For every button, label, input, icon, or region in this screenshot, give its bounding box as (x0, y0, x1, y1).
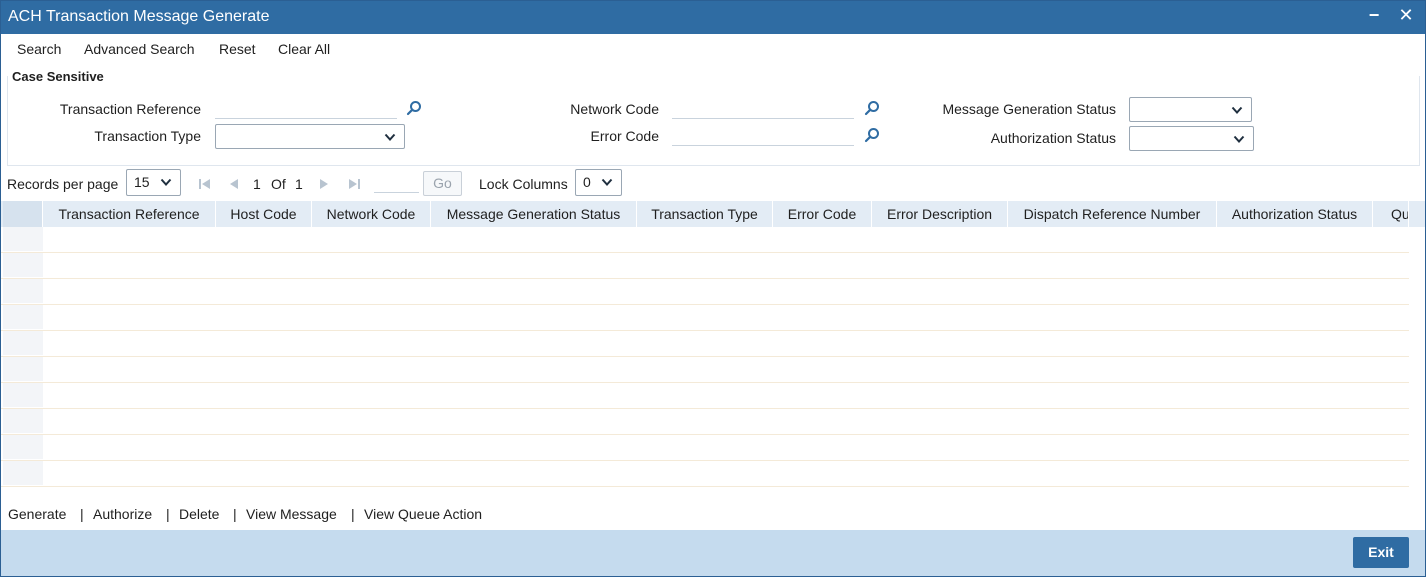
column-header[interactable]: Message Generation Status (431, 201, 637, 227)
generate-button[interactable]: Generate (8, 506, 66, 522)
error-code-lookup-icon[interactable] (864, 127, 880, 143)
error-code-label: Error Code (590, 128, 659, 144)
exit-button[interactable]: Exit (1353, 537, 1409, 568)
authorization-status-select[interactable] (1129, 126, 1254, 151)
clear-all-button[interactable]: Clear All (278, 41, 330, 57)
lock-columns-select[interactable]: 0 (575, 169, 622, 196)
message-generation-status-select[interactable] (1129, 97, 1252, 122)
column-header[interactable]: Authorization Status (1217, 201, 1373, 227)
delete-button[interactable]: Delete (179, 506, 219, 522)
lock-columns-label: Lock Columns (479, 176, 568, 192)
separator: | (80, 506, 84, 522)
row-selector[interactable] (3, 461, 43, 486)
pagination-bar: Records per page 15 1 Of 1 Go Lock Colum… (1, 169, 1425, 199)
previous-page-icon[interactable] (227, 177, 241, 191)
row-selector[interactable] (3, 435, 43, 460)
table-row (1, 279, 1409, 305)
separator: | (166, 506, 170, 522)
transaction-reference-label: Transaction Reference (59, 101, 201, 117)
column-header[interactable]: Network Code (312, 201, 431, 227)
action-bar: Generate | Authorize | Delete | View Mes… (1, 497, 1425, 530)
authorize-button[interactable]: Authorize (93, 506, 152, 522)
network-code-input[interactable] (672, 99, 854, 119)
table-row (1, 357, 1409, 383)
go-button[interactable]: Go (423, 171, 462, 196)
row-selector[interactable] (3, 383, 43, 408)
advanced-search-button[interactable]: Advanced Search (84, 41, 195, 57)
next-page-icon[interactable] (317, 177, 331, 191)
chevron-down-icon (384, 133, 396, 141)
row-selector[interactable] (3, 409, 43, 434)
records-per-page-select[interactable]: 15 (126, 169, 181, 196)
records-per-page-value: 15 (134, 174, 150, 190)
row-selector[interactable] (3, 305, 43, 330)
results-grid: Transaction Reference Host Code Network … (1, 201, 1425, 495)
column-header[interactable]: Transaction Reference (43, 201, 216, 227)
chevron-down-icon (160, 178, 172, 186)
row-selector[interactable] (3, 279, 43, 304)
table-row (1, 461, 1409, 487)
grid-header: Transaction Reference Host Code Network … (1, 201, 1425, 227)
search-button[interactable]: Search (17, 41, 61, 57)
chevron-down-icon (1231, 106, 1243, 114)
error-code-input[interactable] (672, 126, 854, 146)
view-queue-action-button[interactable]: View Queue Action (364, 506, 482, 522)
table-row (1, 253, 1409, 279)
chevron-down-icon (601, 178, 613, 186)
select-all-header[interactable] (3, 201, 43, 227)
column-header[interactable]: Transaction Type (637, 201, 773, 227)
close-icon[interactable]: ✕ (1395, 5, 1417, 29)
column-header[interactable]: Error Description (872, 201, 1008, 227)
reset-button[interactable]: Reset (219, 41, 256, 57)
footer-bar: Exit (1, 530, 1425, 576)
case-sensitive-title: Case Sensitive (12, 69, 108, 84)
first-page-icon[interactable] (198, 177, 212, 191)
window-title: ACH Transaction Message Generate (8, 8, 270, 25)
authorization-status-label: Authorization Status (990, 130, 1116, 146)
row-selector[interactable] (3, 253, 43, 278)
minimize-icon[interactable]: − (1363, 5, 1385, 29)
app-window: ACH Transaction Message Generate − ✕ Sea… (0, 0, 1426, 577)
transaction-type-label: Transaction Type (94, 128, 201, 144)
column-header[interactable]: Dispatch Reference Number (1008, 201, 1217, 227)
title-bar: ACH Transaction Message Generate − ✕ (1, 1, 1425, 34)
column-header[interactable]: Qu (1373, 201, 1409, 227)
table-row (1, 435, 1409, 461)
of-label: Of (271, 176, 286, 192)
goto-page-input[interactable] (374, 173, 419, 193)
table-row (1, 331, 1409, 357)
last-page-icon[interactable] (347, 177, 361, 191)
total-pages: 1 (295, 176, 303, 192)
table-row (1, 409, 1409, 435)
row-selector[interactable] (3, 331, 43, 356)
column-header[interactable]: Error Code (773, 201, 872, 227)
records-per-page-label: Records per page (7, 176, 119, 192)
row-selector[interactable] (3, 227, 43, 252)
table-row (1, 305, 1409, 331)
separator: | (233, 506, 237, 522)
message-generation-status-label: Message Generation Status (942, 101, 1116, 117)
network-code-label: Network Code (570, 101, 659, 117)
current-page: 1 (253, 176, 261, 192)
column-header[interactable]: Host Code (216, 201, 312, 227)
chevron-down-icon (1233, 135, 1245, 143)
table-row (1, 383, 1409, 409)
separator: | (351, 506, 355, 522)
view-message-button[interactable]: View Message (246, 506, 337, 522)
grid-body (1, 227, 1425, 487)
transaction-reference-lookup-icon[interactable] (406, 100, 422, 116)
toolbar: Search Advanced Search Reset Clear All (1, 34, 1425, 63)
transaction-type-select[interactable] (215, 124, 405, 149)
row-selector[interactable] (3, 357, 43, 382)
transaction-reference-input[interactable] (215, 99, 397, 119)
lock-columns-value: 0 (583, 174, 591, 190)
table-row (1, 227, 1409, 253)
network-code-lookup-icon[interactable] (864, 100, 880, 116)
